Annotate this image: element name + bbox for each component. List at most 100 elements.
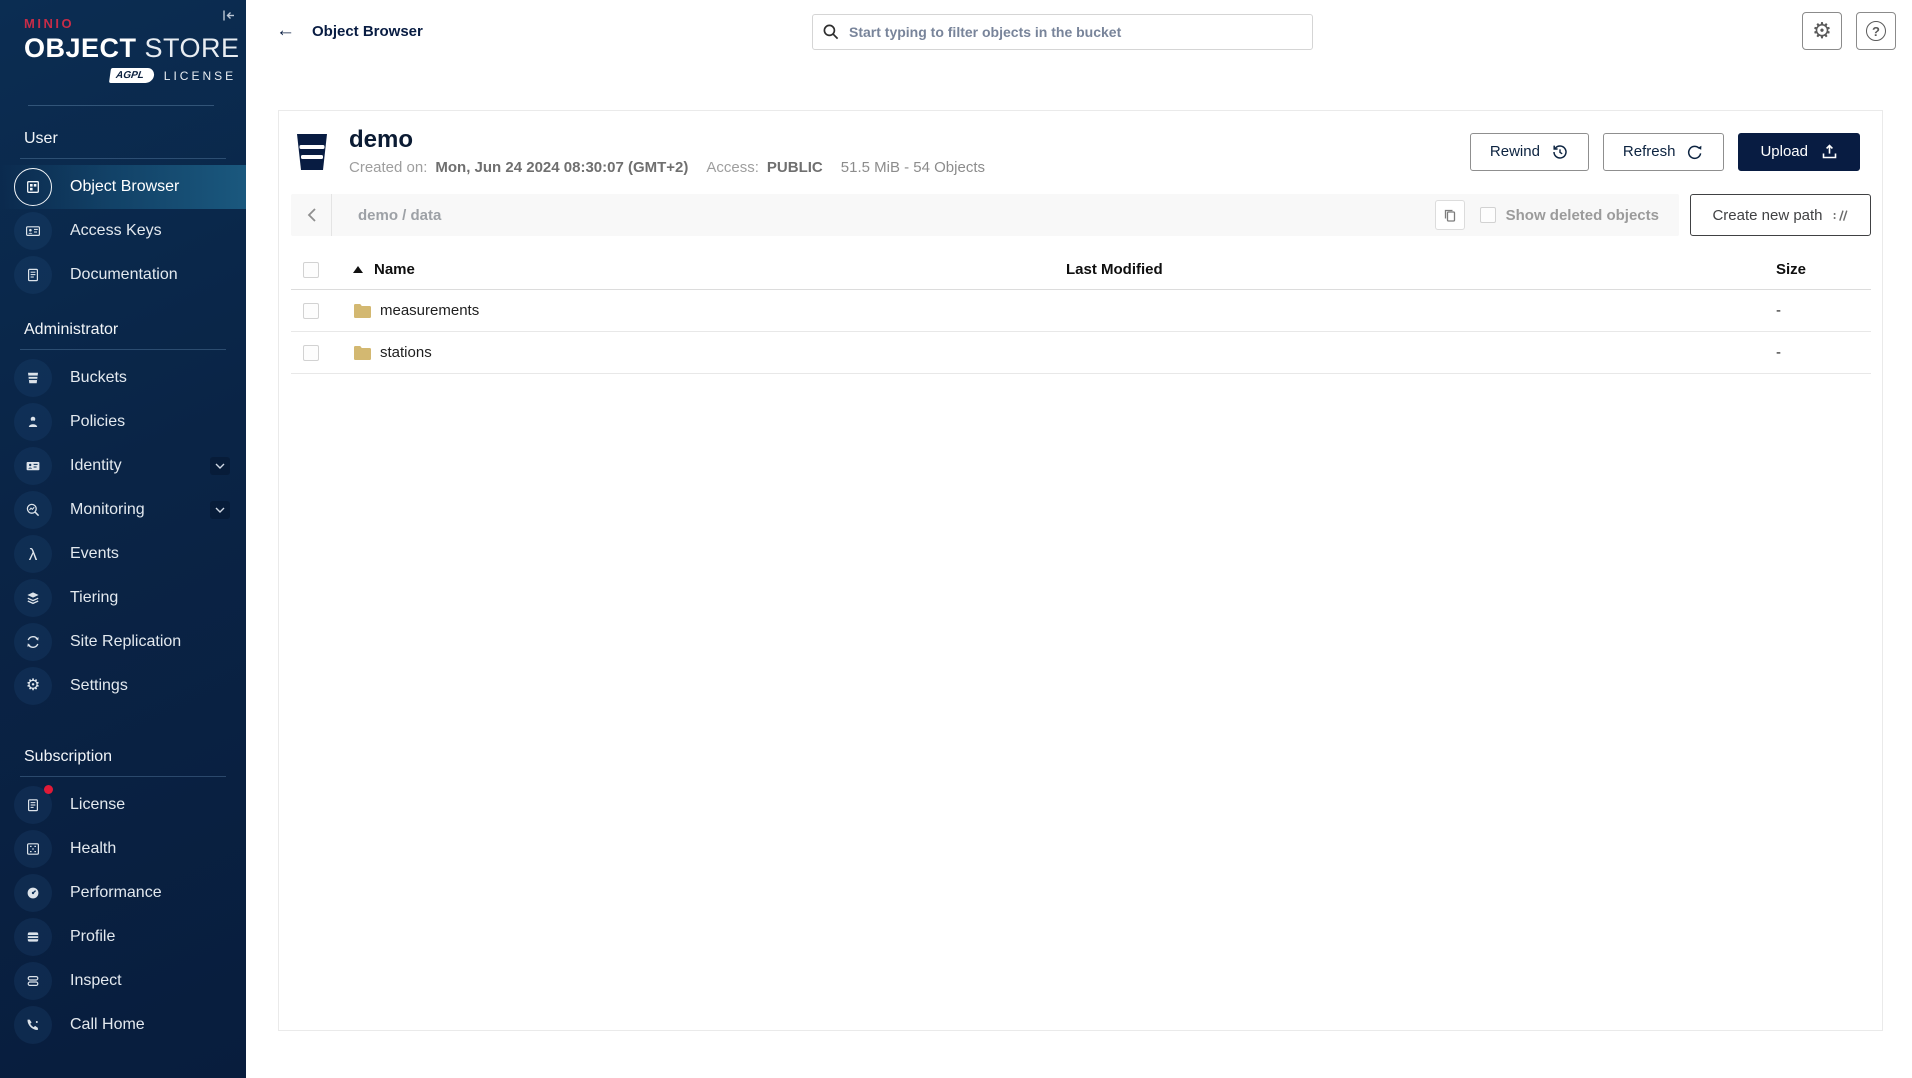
breadcrumb: demo / data <box>358 207 441 224</box>
site-replication-icon <box>14 623 52 661</box>
minio-logo: MINIO OBJECT STORE AGPL LICENSE <box>0 0 246 83</box>
create-new-path-button[interactable]: Create new path <box>1690 194 1871 236</box>
identity-icon <box>14 447 52 485</box>
rewind-button[interactable]: Rewind <box>1470 133 1589 171</box>
created-value: Mon, Jun 24 2024 08:30:07 (GMT+2) <box>435 159 688 176</box>
topbar-icons: ⚙ ? <box>1802 12 1896 50</box>
sidebar-item-documentation[interactable]: Documentation <box>0 253 246 297</box>
health-icon <box>14 830 52 868</box>
section-label: Administrator <box>0 321 246 349</box>
settings-button[interactable]: ⚙ <box>1802 12 1842 50</box>
app-title: OBJECT STORE <box>24 33 246 64</box>
chevron-left-icon <box>306 207 317 223</box>
sidebar: MINIO OBJECT STORE AGPL LICENSE User Obj… <box>0 0 246 1078</box>
sidebar-item-object-browser[interactable]: Object Browser <box>0 165 246 209</box>
copy-path-button[interactable] <box>1435 200 1465 230</box>
new-path-icon <box>1832 208 1849 223</box>
table-header-row: Name Last Modified Size <box>291 250 1871 290</box>
sidebar-item-tiering[interactable]: Tiering <box>0 576 246 620</box>
search-input[interactable] <box>812 14 1313 50</box>
browser-toolbar: demo / data Show deleted objects Create … <box>291 194 1871 236</box>
path-bar: demo / data Show deleted objects <box>291 194 1679 236</box>
column-header-last-modified[interactable]: Last Modified <box>1066 261 1776 278</box>
gear-icon: ⚙ <box>1812 20 1832 42</box>
section-label: User <box>0 130 246 158</box>
sidebar-section-administrator: Administrator Buckets Policies Identity <box>0 321 246 708</box>
object-name-cell: stations <box>353 344 1066 361</box>
agpl-badge: AGPL <box>109 68 155 83</box>
rewind-icon <box>1551 143 1569 161</box>
objects-table: Name Last Modified Size measurements - <box>291 250 1871 374</box>
sidebar-item-events[interactable]: λ Events <box>0 532 246 576</box>
row-checkbox[interactable] <box>303 345 319 361</box>
row-checkbox[interactable] <box>303 303 319 319</box>
bucket-actions: Rewind Refresh Upload <box>1470 133 1860 171</box>
sidebar-item-policies[interactable]: Policies <box>0 400 246 444</box>
divider <box>28 105 214 106</box>
sidebar-item-access-keys[interactable]: Access Keys <box>0 209 246 253</box>
table-row-measurements[interactable]: measurements - <box>291 290 1871 332</box>
select-all-checkbox[interactable] <box>303 262 319 278</box>
profile-icon <box>14 918 52 956</box>
policies-icon <box>14 403 52 441</box>
object-browser-icon <box>14 168 52 206</box>
bucket-info: demo Created on: Mon, Jun 24 2024 08:30:… <box>349 127 985 176</box>
divider <box>20 158 226 159</box>
object-search <box>812 14 1313 50</box>
show-deleted-label[interactable]: Show deleted objects <box>1506 207 1659 224</box>
show-deleted-checkbox[interactable] <box>1480 207 1496 223</box>
sidebar-item-site-replication[interactable]: Site Replication <box>0 620 246 664</box>
events-icon: λ <box>14 535 52 573</box>
sidebar-item-call-home[interactable]: Call Home <box>0 1003 246 1047</box>
search-icon <box>822 23 840 41</box>
sidebar-item-identity[interactable]: Identity <box>0 444 246 488</box>
column-header-name[interactable]: Name <box>353 261 1066 278</box>
table-row-stations[interactable]: stations - <box>291 332 1871 374</box>
copy-icon <box>1443 208 1457 223</box>
documentation-icon <box>14 256 52 294</box>
help-button[interactable]: ? <box>1856 12 1896 50</box>
upload-icon <box>1821 143 1838 160</box>
sidebar-item-inspect[interactable]: Inspect <box>0 959 246 1003</box>
bucket-stats: 51.5 MiB - 54 Objects <box>841 159 985 176</box>
section-label: Subscription <box>0 748 246 776</box>
column-header-size[interactable]: Size <box>1776 261 1871 278</box>
chevron-down-icon[interactable] <box>210 501 230 519</box>
access-keys-icon <box>14 212 52 250</box>
brand-wordmark: MINIO <box>24 16 246 31</box>
back-arrow-icon[interactable]: ← <box>276 20 295 42</box>
divider <box>20 776 226 777</box>
folder-icon <box>353 303 372 318</box>
refresh-icon <box>1686 143 1704 161</box>
collapse-sidebar-icon[interactable] <box>221 8 236 23</box>
help-icon: ? <box>1866 21 1886 41</box>
sidebar-item-profile[interactable]: Profile <box>0 915 246 959</box>
sort-ascending-icon <box>353 266 363 273</box>
upload-button[interactable]: Upload <box>1738 133 1860 171</box>
refresh-button[interactable]: Refresh <box>1603 133 1725 171</box>
sidebar-item-buckets[interactable]: Buckets <box>0 356 246 400</box>
sidebar-item-health[interactable]: Health <box>0 827 246 871</box>
sidebar-item-settings[interactable]: ⚙ Settings <box>0 664 246 708</box>
size-cell: - <box>1776 344 1871 361</box>
topbar: ← Object Browser ⚙ ? <box>246 0 1912 62</box>
path-back-button[interactable] <box>291 194 332 236</box>
sidebar-item-license[interactable]: License <box>0 783 246 827</box>
sidebar-item-performance[interactable]: Performance <box>0 871 246 915</box>
object-name-cell: measurements <box>353 302 1066 319</box>
main-content: ← Object Browser ⚙ ? demo Created on: <box>246 0 1912 1078</box>
divider <box>20 349 226 350</box>
bucket-meta: Created on: Mon, Jun 24 2024 08:30:07 (G… <box>349 159 985 176</box>
created-label: Created on: <box>349 159 427 176</box>
page-title: Object Browser <box>312 23 423 40</box>
license-alert-dot <box>44 785 53 794</box>
chevron-down-icon[interactable] <box>210 457 230 475</box>
buckets-icon <box>14 359 52 397</box>
bucket-browser-card: demo Created on: Mon, Jun 24 2024 08:30:… <box>278 110 1883 1031</box>
inspect-icon <box>14 962 52 1000</box>
bucket-header: demo Created on: Mon, Jun 24 2024 08:30:… <box>279 111 1882 188</box>
sidebar-section-subscription: Subscription License Health Performance <box>0 748 246 1047</box>
access-label: Access: <box>706 159 759 176</box>
tiering-icon <box>14 579 52 617</box>
sidebar-item-monitoring[interactable]: Monitoring <box>0 488 246 532</box>
